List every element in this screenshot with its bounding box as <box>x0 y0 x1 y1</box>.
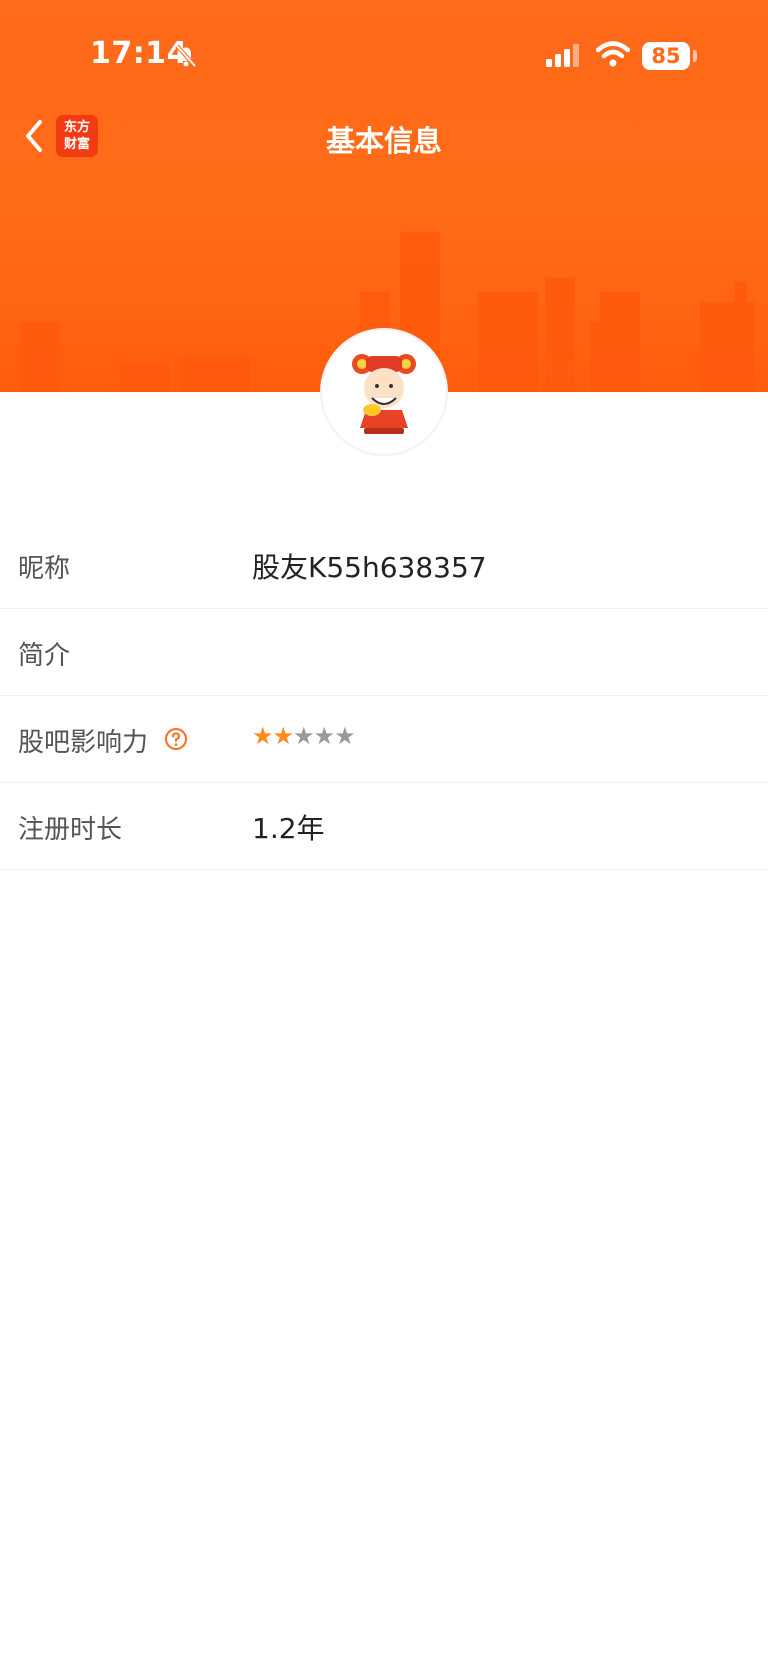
page-title: 基本信息 <box>325 124 442 158</box>
bio-label: 简介 <box>18 641 71 671</box>
signal-icon <box>546 44 579 67</box>
influence-rating: ★★★★★ <box>252 722 356 750</box>
influence-row: 股吧影响力 ★★★★★ <box>0 696 768 783</box>
info-list: 昵称 股友K55h638357 简介 股吧影响力 ★★★★★ 注册时长 1.2年 <box>0 522 768 870</box>
help-icon[interactable] <box>164 727 188 751</box>
caishen-avatar-illustration <box>352 354 416 434</box>
wifi-icon <box>596 41 630 67</box>
registration-row: 注册时长 1.2年 <box>0 783 768 870</box>
influence-label: 股吧影响力 <box>18 728 149 758</box>
registration-label: 注册时长 <box>18 815 123 845</box>
battery-icon: 85 <box>642 42 690 70</box>
nickname-row[interactable]: 昵称 股友K55h638357 <box>0 522 768 609</box>
nickname-label: 昵称 <box>18 554 71 584</box>
nickname-value: 股友K55h638357 <box>252 551 487 584</box>
registration-value: 1.2年 <box>252 812 325 845</box>
mute-bell-icon <box>175 44 197 68</box>
star-icon: ★ <box>334 722 355 750</box>
status-bar: 17:14 85 <box>0 0 768 110</box>
star-icon: ★ <box>252 722 273 750</box>
battery-tip <box>693 50 697 62</box>
avatar[interactable] <box>322 330 446 454</box>
star-icon: ★ <box>313 722 335 750</box>
bio-row[interactable]: 简介 <box>0 609 768 696</box>
star-icon: ★ <box>293 722 314 750</box>
star-icon: ★ <box>272 722 294 750</box>
